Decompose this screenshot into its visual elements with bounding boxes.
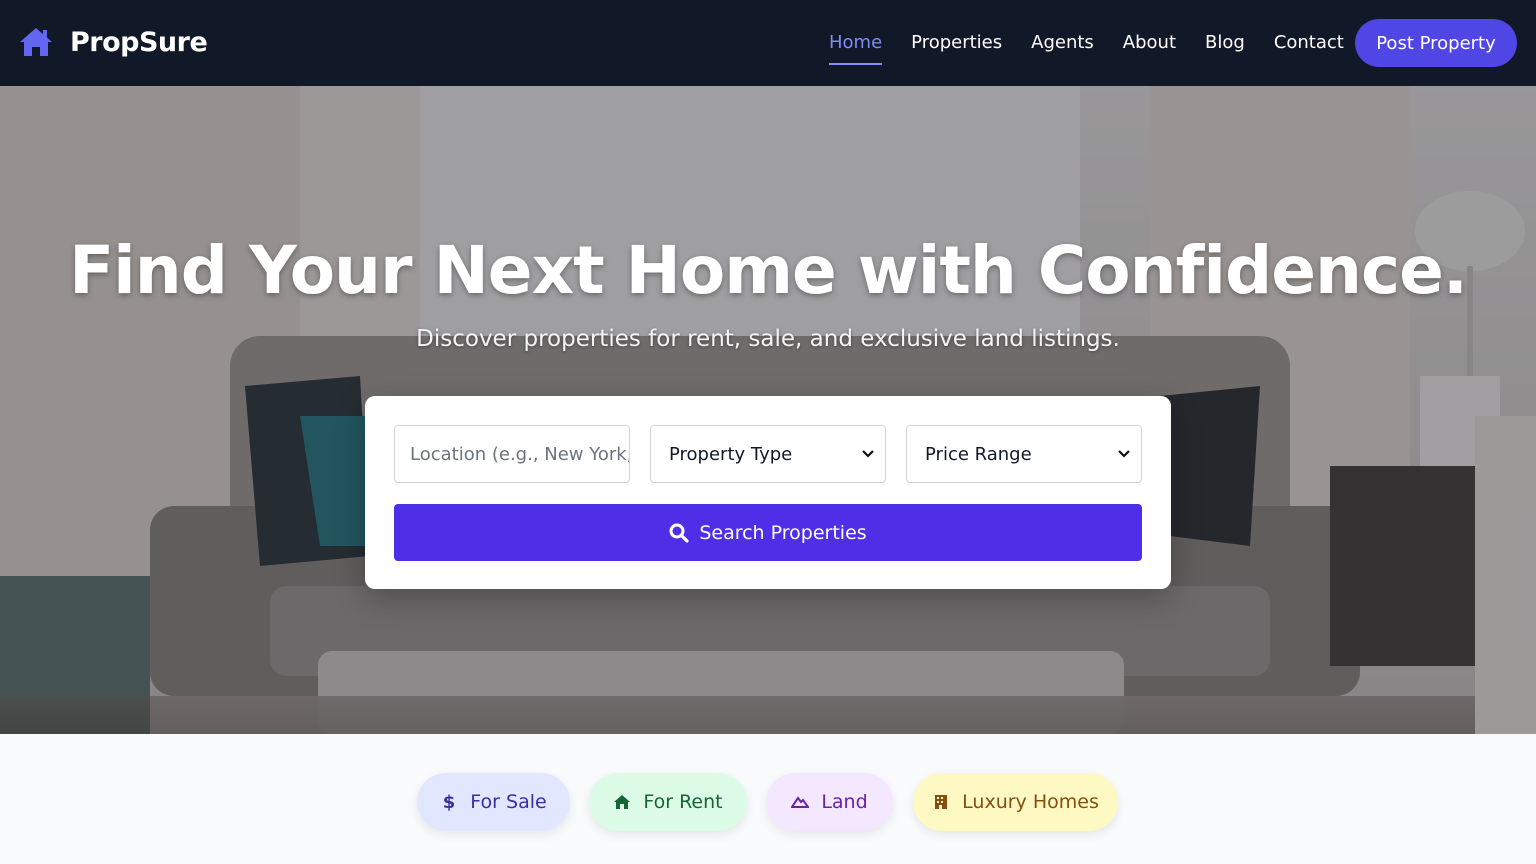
house-icon bbox=[20, 28, 52, 56]
brand-logo[interactable]: PropSure bbox=[18, 26, 208, 58]
nav-blog[interactable]: Blog bbox=[1205, 31, 1245, 55]
nav-about[interactable]: About bbox=[1123, 31, 1176, 55]
category-label: Luxury Homes bbox=[962, 791, 1099, 813]
location-input[interactable] bbox=[410, 443, 629, 465]
property-type-select[interactable]: Property Type bbox=[650, 425, 886, 483]
hero-section: Find Your Next Home with Confidence. Dis… bbox=[0, 86, 1536, 734]
house-icon bbox=[614, 795, 631, 809]
category-luxury-homes[interactable]: Luxury Homes bbox=[913, 773, 1118, 831]
dollar-icon: $ bbox=[443, 793, 456, 811]
nav-contact[interactable]: Contact bbox=[1274, 31, 1344, 55]
price-range-select[interactable]: Price Range bbox=[906, 425, 1142, 483]
top-navbar: PropSure Home Properties Agents About Bl… bbox=[0, 0, 1536, 86]
price-range-value: Price Range bbox=[925, 443, 1032, 465]
category-label: Land bbox=[821, 791, 868, 813]
category-label: For Sale bbox=[470, 791, 547, 813]
chevron-down-icon bbox=[1118, 450, 1130, 458]
nav-home[interactable]: Home bbox=[829, 31, 883, 65]
mountain-icon bbox=[791, 796, 810, 808]
post-property-button[interactable]: Post Property bbox=[1355, 19, 1517, 67]
building-icon bbox=[935, 795, 948, 809]
brand-name: PropSure bbox=[70, 26, 208, 58]
search-properties-button[interactable]: Search Properties bbox=[394, 504, 1142, 561]
search-button-label: Search Properties bbox=[699, 521, 867, 544]
hero-title: Find Your Next Home with Confidence. bbox=[69, 232, 1468, 309]
nav-properties[interactable]: Properties bbox=[911, 31, 1002, 55]
category-for-rent[interactable]: For Rent bbox=[589, 773, 747, 831]
hero-subtitle: Discover properties for rent, sale, and … bbox=[416, 326, 1120, 352]
nav-agents[interactable]: Agents bbox=[1031, 31, 1094, 55]
category-label: For Rent bbox=[643, 791, 723, 813]
svg-text:$: $ bbox=[443, 793, 456, 811]
main-nav: Home Properties Agents About Blog Contac… bbox=[829, 0, 1373, 86]
chevron-down-icon bbox=[862, 450, 874, 458]
search-card: Property Type Price Range Search Propert… bbox=[365, 396, 1171, 589]
search-icon bbox=[669, 523, 689, 543]
category-for-sale[interactable]: $ For Sale bbox=[417, 773, 570, 831]
location-field[interactable] bbox=[394, 425, 630, 483]
category-land[interactable]: Land bbox=[766, 773, 893, 831]
property-type-value: Property Type bbox=[669, 443, 793, 465]
